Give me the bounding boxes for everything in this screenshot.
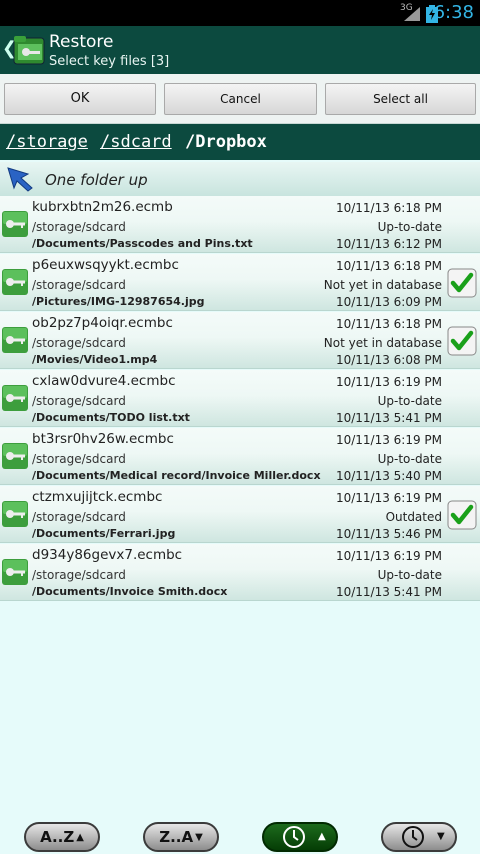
file-date: 10/11/13 6:18 PM [335,259,442,273]
sort-az-button[interactable]: A..Z ▲ [24,822,100,852]
file-status: Up-to-date [377,568,442,582]
file-date: 10/11/13 6:18 PM [335,317,442,331]
sort-za-button[interactable]: Z..A ▼ [143,822,219,852]
key-icon [2,211,28,237]
original-date: 10/11/13 5:41 PM [335,585,442,599]
original-path: /Pictures/IMG-12987654.jpg [32,295,205,308]
breadcrumb: /storage /sdcard /Dropbox [0,124,480,160]
file-location: /storage/sdcard [32,452,126,466]
arrow-up-left-icon [7,167,33,192]
button-row: OK Cancel Select all [0,74,480,124]
file-name: p6euxwsqyykt.ecmbc [32,257,179,273]
original-path: /Documents/Invoice Smith.docx [32,585,228,598]
file-status: Outdated [385,510,442,524]
checkbox-checked-icon[interactable] [447,326,477,356]
file-location: /storage/sdcard [32,278,126,292]
key-icon [2,269,28,295]
breadcrumb-sdcard[interactable]: /sdcard [100,132,172,152]
file-row[interactable]: ctzmxujijtck.ecmbc 10/11/13 6:19 PM /sto… [0,486,480,543]
status-bar: 3G 6:38 [0,0,480,26]
original-date: 10/11/13 5:41 PM [335,411,442,425]
breadcrumb-storage[interactable]: /storage [6,132,88,152]
cancel-button[interactable]: Cancel [164,83,317,115]
original-date: 10/11/13 6:09 PM [335,295,442,309]
key-icon [2,385,28,411]
original-path: /Movies/Video1.mp4 [32,353,158,366]
triangle-up-icon: ▲ [76,831,84,843]
triangle-down-icon: ▼ [195,831,203,843]
select-all-button[interactable]: Select all [325,83,476,115]
file-date: 10/11/13 6:19 PM [335,549,442,563]
triangle-down-icon: ▼ [437,831,445,842]
signal-icon [404,7,420,21]
original-path: /Documents/Passcodes and Pins.txt [32,237,253,250]
file-row[interactable]: p6euxwsqyykt.ecmbc 10/11/13 6:18 PM /sto… [0,254,480,311]
key-icon [2,501,28,527]
ok-button[interactable]: OK [4,83,156,115]
file-status: Up-to-date [377,394,442,408]
file-name: bt3rsr0hv26w.ecmbc [32,431,174,447]
checkbox-checked-icon[interactable] [447,500,477,530]
original-date: 10/11/13 6:08 PM [335,353,442,367]
original-date: 10/11/13 5:40 PM [335,469,442,483]
file-status: Up-to-date [377,220,442,234]
file-row[interactable]: kubrxbtn2m26.ecmb 10/11/13 6:18 PM /stor… [0,196,480,253]
file-name: ctzmxujijtck.ecmbc [32,489,163,505]
file-location: /storage/sdcard [32,394,126,408]
file-name: cxlaw0dvure4.ecmbc [32,373,176,389]
sort-za-label: Z..A [159,828,194,846]
original-path: /Documents/Medical record/Invoice Miller… [32,469,321,482]
file-row[interactable]: ob2pz7p4oiqr.ecmbc 10/11/13 6:18 PM /sto… [0,312,480,369]
file-location: /storage/sdcard [32,336,126,350]
original-date: 10/11/13 5:46 PM [335,527,442,541]
file-date: 10/11/13 6:19 PM [335,375,442,389]
sort-time-descending-button[interactable]: ▼ [381,822,457,852]
file-row[interactable]: d934y86gevx7.ecmbc 10/11/13 6:19 PM /sto… [0,544,480,601]
key-icon [2,559,28,585]
original-date: 10/11/13 6:12 PM [335,237,442,251]
file-status: Up-to-date [377,452,442,466]
file-status: Not yet in database [323,336,442,350]
original-path: /Documents/TODO list.txt [32,411,190,424]
breadcrumb-current: /Dropbox [185,132,267,152]
key-icon [2,443,28,469]
folder-up-label: One folder up [45,171,148,189]
checkbox-checked-icon[interactable] [447,268,477,298]
original-path: /Documents/Ferrari.jpg [32,527,176,540]
sort-az-label: A..Z [40,828,75,846]
screen-subtitle: Select key files [3] [49,54,170,69]
file-date: 10/11/13 6:19 PM [335,491,442,505]
status-clock: 6:38 [433,2,474,23]
screen-title: Restore [49,32,114,52]
file-date: 10/11/13 6:19 PM [335,433,442,447]
file-date: 10/11/13 6:18 PM [335,201,442,215]
file-row[interactable]: cxlaw0dvure4.ecmbc 10/11/13 6:19 PM /sto… [0,370,480,427]
triangle-up-icon: ▲ [318,831,326,842]
file-location: /storage/sdcard [32,510,126,524]
folder-up-item[interactable]: One folder up [0,162,480,196]
file-row[interactable]: bt3rsr0hv26w.ecmbc 10/11/13 6:19 PM /sto… [0,428,480,485]
clock-icon [402,826,424,848]
file-name: kubrxbtn2m26.ecmb [32,199,173,215]
file-location: /storage/sdcard [32,220,126,234]
action-bar: ❮ Restore Select key files [3] [0,26,480,74]
file-name: ob2pz7p4oiqr.ecmbc [32,315,173,331]
file-name: d934y86gevx7.ecmbc [32,547,183,563]
sort-bar: A..Z ▲ Z..A ▼ ▲ ▼ [0,818,480,854]
folder-key-icon[interactable] [12,32,46,68]
sort-time-ascending-button[interactable]: ▲ [262,822,338,852]
clock-icon [283,826,305,848]
key-icon [2,327,28,353]
file-location: /storage/sdcard [32,568,126,582]
file-status: Not yet in database [323,278,442,292]
